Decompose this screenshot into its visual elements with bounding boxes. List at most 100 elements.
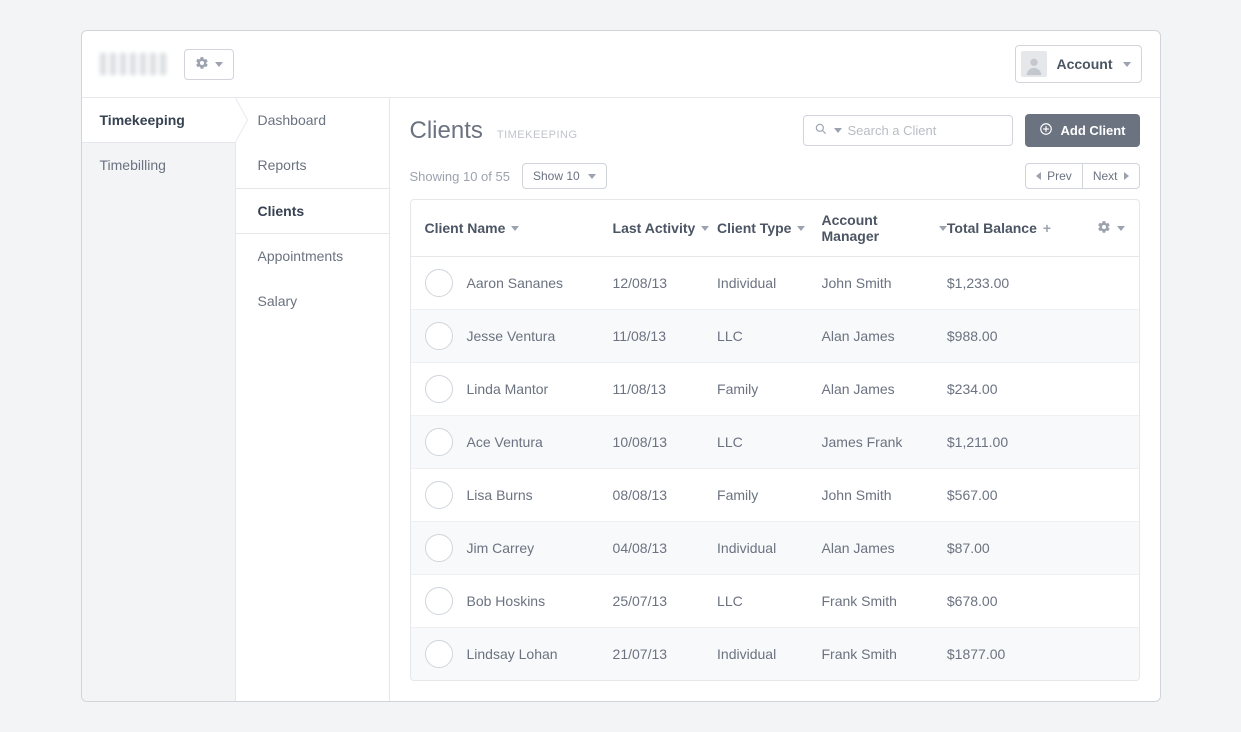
plus-icon: + <box>1043 220 1051 236</box>
table-row[interactable]: Bob Hoskins25/07/13LLCFrank Smith$678.00 <box>411 575 1139 628</box>
table-row[interactable]: Ace Ventura10/08/13LLCJames Frank$1,211.… <box>411 416 1139 469</box>
chevron-down-icon <box>1123 62 1131 67</box>
client-avatar <box>425 587 453 615</box>
column-client-name[interactable]: Client Name <box>425 220 613 236</box>
client-type: LLC <box>717 434 821 450</box>
table-settings-button[interactable] <box>1097 220 1111 237</box>
app-window: Account Timekeeping Timebilling Dashboar… <box>81 30 1161 702</box>
name-cell: Lisa Burns <box>425 481 613 509</box>
add-client-button[interactable]: Add Client <box>1025 114 1140 147</box>
chevron-left-icon <box>1036 172 1041 180</box>
settings-dropdown[interactable] <box>184 49 234 80</box>
column-label: Client Type <box>717 220 791 236</box>
sidebar-item-label: Timekeeping <box>100 112 185 128</box>
last-activity: 04/08/13 <box>613 540 717 556</box>
account-manager: Alan James <box>822 540 947 556</box>
sidebar-item-timekeeping[interactable]: Timekeeping <box>82 98 235 143</box>
client-type: Individual <box>717 646 821 662</box>
table-row[interactable]: Lindsay Lohan21/07/13IndividualFrank Smi… <box>411 628 1139 680</box>
subnav-item-reports[interactable]: Reports <box>236 143 389 188</box>
subnav-item-label: Clients <box>258 203 305 219</box>
name-cell: Bob Hoskins <box>425 587 613 615</box>
client-name: Linda Mantor <box>467 381 549 397</box>
account-manager: Frank Smith <box>822 646 947 662</box>
column-account-manager[interactable]: Account Manager <box>822 212 947 244</box>
page-title: Clients <box>410 117 483 145</box>
table-row[interactable]: Jesse Ventura 11/08/13LLCAlan James$988.0… <box>411 310 1139 363</box>
topbar: Account <box>82 31 1160 98</box>
column-label: Client Name <box>425 220 506 236</box>
account-manager: Alan James <box>822 381 947 397</box>
subnav-item-salary[interactable]: Salary <box>236 279 389 324</box>
total-balance: $678.00 <box>947 593 1072 609</box>
client-name: Lindsay Lohan <box>467 646 558 662</box>
table-row[interactable]: Aaron Sananes12/08/13IndividualJohn Smit… <box>411 257 1139 310</box>
account-manager: James Frank <box>822 434 947 450</box>
column-label: Total Balance <box>947 220 1037 236</box>
last-activity: 11/08/13 <box>613 381 717 397</box>
pagination: Prev Next <box>1025 163 1139 189</box>
client-type: LLC <box>717 593 821 609</box>
page-subtitle: TIMEKEEPING <box>497 129 578 141</box>
add-client-label: Add Client <box>1061 123 1126 138</box>
gear-icon <box>195 56 209 73</box>
client-type: Individual <box>717 540 821 556</box>
chevron-down-icon <box>939 226 947 231</box>
search-icon <box>814 122 828 139</box>
account-dropdown[interactable]: Account <box>1015 45 1142 83</box>
account-manager: John Smith <box>822 487 947 503</box>
subnav-item-appointments[interactable]: Appointments <box>236 234 389 279</box>
total-balance: $988.00 <box>947 328 1072 344</box>
account-label: Account <box>1057 56 1113 72</box>
main-content: Clients TIMEKEEPING <box>390 98 1160 701</box>
last-activity: 11/08/13 <box>613 328 717 344</box>
table-row[interactable]: Linda Mantor 11/08/13FamilyAlan James$234… <box>411 363 1139 416</box>
column-last-activity[interactable]: Last Activity <box>613 220 717 236</box>
page-title-wrap: Clients TIMEKEEPING <box>410 117 578 145</box>
logo <box>100 53 170 75</box>
column-actions <box>1072 220 1124 237</box>
client-type: Family <box>717 381 821 397</box>
prev-button[interactable]: Prev <box>1026 164 1082 188</box>
plus-circle-icon <box>1039 122 1053 139</box>
subnav-item-clients[interactable]: Clients <box>236 188 389 234</box>
chevron-down-icon <box>215 62 223 67</box>
total-balance: $1,233.00 <box>947 275 1072 291</box>
sidebar-secondary: Dashboard Reports Clients Appointments S… <box>236 98 390 701</box>
account-manager: John Smith <box>822 275 947 291</box>
subnav-item-label: Reports <box>258 157 307 173</box>
chevron-down-icon <box>588 174 596 179</box>
table-row[interactable]: Jim Carrey04/08/13IndividualAlan James$8… <box>411 522 1139 575</box>
name-cell: Aaron Sananes <box>425 269 613 297</box>
total-balance: $1,211.00 <box>947 434 1072 450</box>
total-balance: $1877.00 <box>947 646 1072 662</box>
name-cell: Jesse Ventura <box>425 322 613 350</box>
column-total-balance[interactable]: Total Balance + <box>947 220 1072 236</box>
account-manager: Alan James <box>822 328 947 344</box>
column-client-type[interactable]: Client Type <box>717 220 821 236</box>
body: Timekeeping Timebilling Dashboard Report… <box>82 98 1160 701</box>
name-cell: Ace Ventura <box>425 428 613 456</box>
client-type: Individual <box>717 275 821 291</box>
chevron-down-icon <box>834 128 842 133</box>
client-name: Lisa Burns <box>467 487 533 503</box>
name-cell: Jim Carrey <box>425 534 613 562</box>
main-header: Clients TIMEKEEPING <box>410 114 1140 147</box>
table-row[interactable]: Lisa Burns08/08/13FamilyJohn Smith$567.0… <box>411 469 1139 522</box>
client-name: Ace Ventura <box>467 434 543 450</box>
total-balance: $234.00 <box>947 381 1072 397</box>
chevron-down-icon <box>797 226 805 231</box>
client-type: LLC <box>717 328 821 344</box>
client-name: Jesse Ventura <box>467 328 556 344</box>
show-count-dropdown[interactable]: Show 10 <box>522 163 607 189</box>
subnav-item-dashboard[interactable]: Dashboard <box>236 98 389 143</box>
name-cell: Lindsay Lohan <box>425 640 613 668</box>
search-box[interactable] <box>803 115 1013 146</box>
subnav-item-label: Dashboard <box>258 112 327 128</box>
search-input[interactable] <box>848 123 1002 138</box>
main-actions: Add Client <box>803 114 1140 147</box>
showing-text: Showing 10 of 55 <box>410 169 510 184</box>
client-avatar <box>425 640 453 668</box>
sidebar-item-timebilling[interactable]: Timebilling <box>82 143 235 187</box>
next-button[interactable]: Next <box>1082 164 1139 188</box>
